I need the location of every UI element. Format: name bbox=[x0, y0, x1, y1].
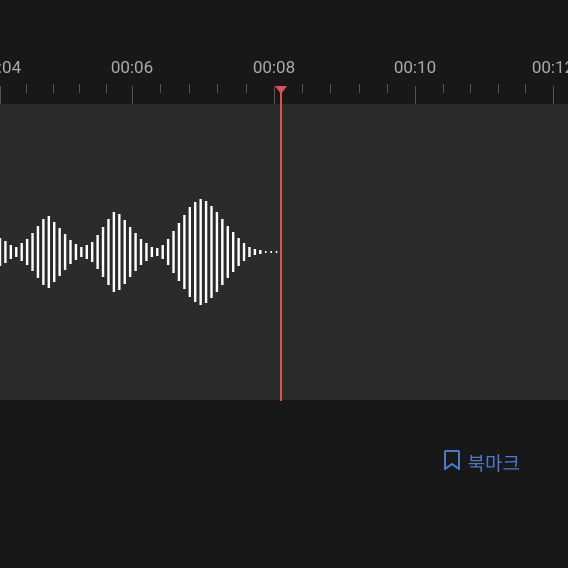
time-label: 00:06 bbox=[111, 58, 153, 78]
waveform bbox=[0, 104, 568, 400]
bookmark-button[interactable]: 북마크 bbox=[444, 449, 520, 476]
waveform-panel[interactable] bbox=[0, 104, 568, 400]
time-label: 00:10 bbox=[394, 58, 436, 78]
bookmark-icon bbox=[444, 450, 460, 475]
playhead[interactable] bbox=[280, 91, 282, 401]
time-labels: 00:0400:0600:0800:1000:12 bbox=[0, 0, 568, 70]
bookmark-label: 북마크 bbox=[468, 449, 520, 476]
time-label: 00:08 bbox=[253, 58, 295, 78]
time-label: 00:04 bbox=[0, 58, 21, 78]
audio-timeline: 00:0400:0600:0800:1000:12 북마크 bbox=[0, 0, 568, 568]
time-label: 00:12 bbox=[532, 58, 568, 78]
